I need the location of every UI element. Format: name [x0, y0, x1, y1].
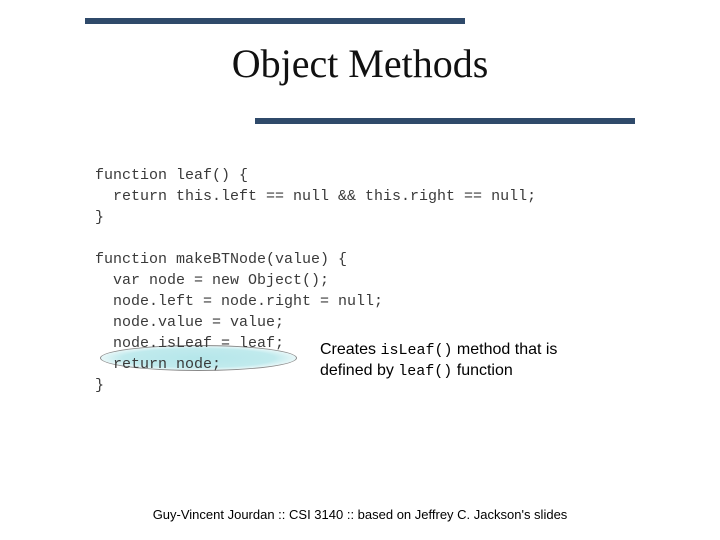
annotation-code: isLeaf() — [380, 342, 452, 359]
code-line: return this.left == null && this.right =… — [95, 188, 536, 205]
code-line: function makeBTNode(value) { — [95, 251, 347, 268]
code-line: } — [95, 209, 104, 226]
code-line: node.isLeaf = leaf; — [95, 335, 284, 352]
page-title: Object Methods — [0, 40, 720, 87]
top-rule — [85, 18, 465, 24]
code-line: return node; — [95, 356, 221, 373]
annotation-code: leaf() — [398, 363, 452, 380]
annotation-text: Creates — [320, 341, 380, 358]
annotation-text: function — [452, 362, 512, 379]
annotation-text: defined by — [320, 362, 398, 379]
code-line: var node = new Object(); — [95, 272, 329, 289]
footer: Guy-Vincent Jourdan :: CSI 3140 :: based… — [0, 507, 720, 522]
annotation: Creates isLeaf() method that is defined … — [320, 340, 580, 382]
code-line: node.value = value; — [95, 314, 284, 331]
slide: Object Methods function leaf() { return … — [0, 0, 720, 540]
annotation-text: method that is — [452, 341, 557, 358]
mid-rule — [255, 118, 635, 124]
code-line: function leaf() { — [95, 167, 248, 184]
code-line: node.left = node.right = null; — [95, 293, 383, 310]
code-line: } — [95, 377, 104, 394]
